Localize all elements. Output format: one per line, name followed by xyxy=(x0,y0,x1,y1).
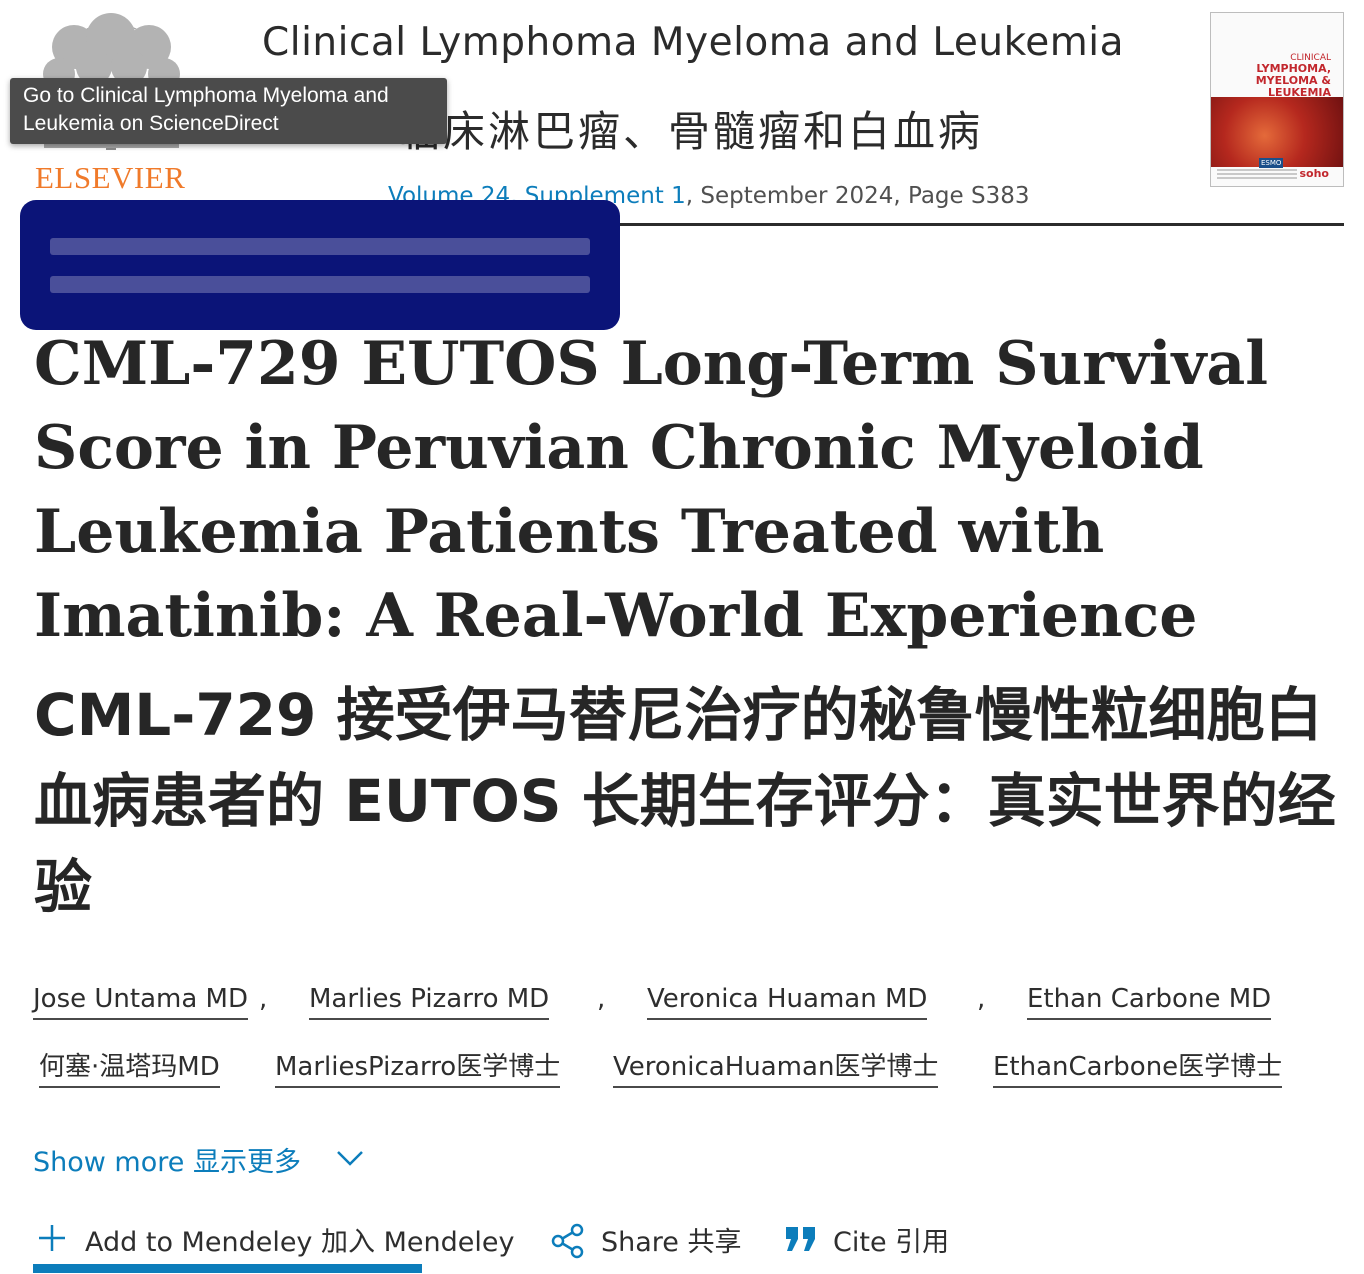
author-translation-2[interactable]: MarliesPizarro医学博士 xyxy=(275,1046,561,1088)
cover-fine-print xyxy=(1217,169,1297,183)
author-link-4[interactable]: Ethan Carbone MD xyxy=(1027,984,1272,1020)
cover-brand: soho xyxy=(1299,167,1330,180)
redacted-overlay xyxy=(20,200,620,330)
redacted-bar xyxy=(50,238,590,255)
cover-line-3: MYELOMA & LEUKEMIA xyxy=(1255,74,1331,99)
elsevier-wordmark: ELSEVIER xyxy=(35,160,186,195)
author-link-3[interactable]: Veronica Huaman MD xyxy=(647,984,928,1020)
author-name: Ethan Carbone MD xyxy=(1027,984,1272,1020)
author-name: Jose Untama MD xyxy=(33,984,248,1020)
share-icon xyxy=(551,1223,584,1259)
author-translation-1[interactable]: 何塞·温塔玛MD xyxy=(39,1046,220,1088)
cite-label: Cite 引用 xyxy=(833,1227,950,1258)
share-label: Share 共享 xyxy=(601,1227,742,1258)
issue-details: , September 2024, Page S383 xyxy=(685,183,1030,209)
author-link-2[interactable]: Marlies Pizarro MD xyxy=(309,984,550,1020)
author-separator: , xyxy=(259,984,268,1014)
share-button[interactable]: Share 共享 xyxy=(550,1220,760,1260)
author-name: EthanCarbone医学博士 xyxy=(993,1052,1283,1088)
quote-icon xyxy=(786,1227,815,1251)
chevron-down-icon xyxy=(337,1151,363,1166)
journal-cover-image[interactable]: CLINICAL LYMPHOMA, MYELOMA & LEUKEMIA ES… xyxy=(1210,12,1344,187)
author-translation-4[interactable]: EthanCarbone医学博士 xyxy=(993,1046,1283,1088)
author-name: Marlies Pizarro MD xyxy=(309,984,550,1020)
cover-artwork xyxy=(1211,97,1343,167)
show-more-label: Show more 显示更多 xyxy=(33,1147,301,1178)
author-name: VeronicaHuaman医学博士 xyxy=(613,1052,939,1088)
author-translation-3[interactable]: VeronicaHuaman医学博士 xyxy=(613,1046,939,1088)
journal-title-translation: 临床淋巴瘤、骨髓瘤和白血病 xyxy=(398,107,984,156)
mendeley-underline xyxy=(33,1264,422,1273)
author-name: MarliesPizarro医学博士 xyxy=(275,1052,561,1088)
journal-title-link[interactable]: Clinical Lymphoma Myeloma and Leukemia xyxy=(262,20,1124,65)
cover-title: LYMPHOMA, MYELOMA & LEUKEMIA xyxy=(1211,63,1331,99)
cite-button[interactable]: Cite 引用 xyxy=(784,1220,964,1260)
article-title-translation: CML-729 接受伊马替尼治疗的秘鲁慢性粒细胞白血病患者的 EUTOS 长期生… xyxy=(34,681,1336,921)
journal-tooltip: Go to Clinical Lymphoma Myeloma and Leuk… xyxy=(10,78,447,144)
redacted-bar xyxy=(50,276,590,293)
cover-badge: ESMO xyxy=(1259,158,1284,168)
plus-icon xyxy=(39,1225,65,1251)
article-title: CML-729 EUTOS Long-Term Survival Score i… xyxy=(34,329,1269,651)
add-to-mendeley-button[interactable]: Add to Mendeley 加入 Mendeley xyxy=(33,1220,523,1260)
author-separator: , xyxy=(597,984,606,1014)
show-more-button[interactable]: Show more 显示更多 xyxy=(33,1140,363,1179)
author-separator: , xyxy=(977,984,986,1014)
author-name: 何塞·温塔玛MD xyxy=(39,1052,220,1088)
author-name: Veronica Huaman MD xyxy=(647,984,928,1020)
mendeley-label: Add to Mendeley 加入 Mendeley xyxy=(85,1227,515,1258)
author-link-1[interactable]: Jose Untama MD xyxy=(33,984,248,1020)
